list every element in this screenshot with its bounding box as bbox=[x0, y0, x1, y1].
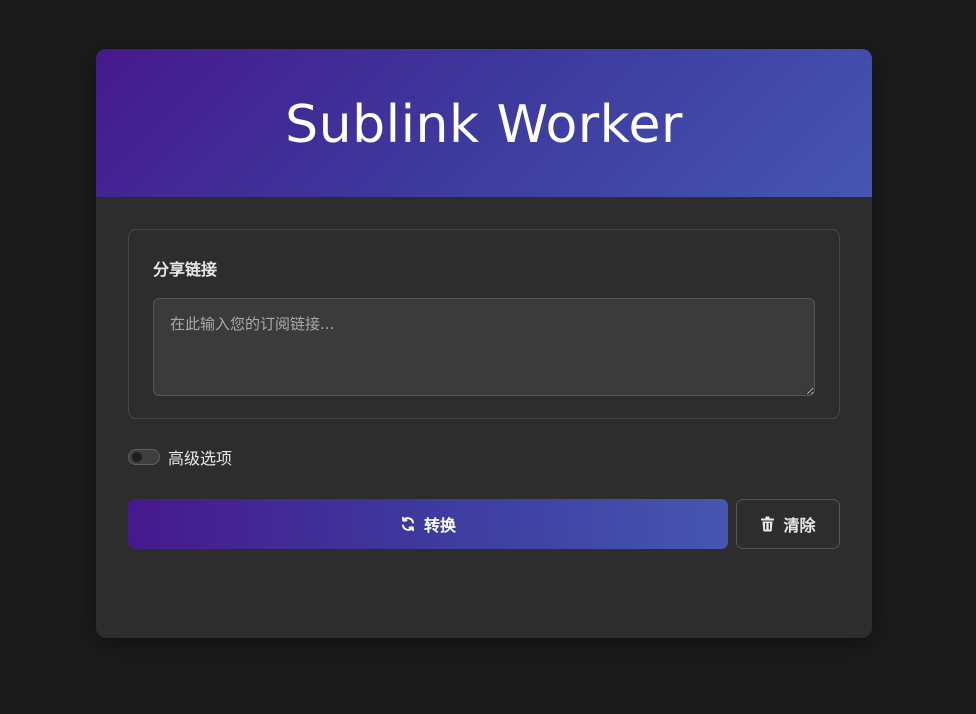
advanced-options-label: 高级选项 bbox=[168, 449, 233, 468]
sync-icon bbox=[400, 516, 416, 532]
toggle-knob bbox=[132, 452, 142, 462]
action-buttons: 转换 清除 bbox=[128, 499, 840, 549]
trash-icon bbox=[760, 516, 775, 532]
advanced-options-toggle[interactable] bbox=[128, 449, 160, 465]
main-card: Sublink Worker 分享链接 高级选项 bbox=[96, 49, 872, 638]
share-link-input[interactable] bbox=[153, 298, 815, 396]
card-body: 分享链接 高级选项 转换 bbox=[96, 197, 872, 581]
share-link-label: 分享链接 bbox=[153, 260, 218, 279]
clear-button-label: 清除 bbox=[783, 516, 816, 535]
advanced-options-row: 高级选项 bbox=[128, 447, 840, 468]
share-link-panel: 分享链接 bbox=[128, 229, 840, 419]
page-title: Sublink Worker bbox=[285, 95, 683, 155]
convert-button-label: 转换 bbox=[423, 516, 456, 535]
clear-button[interactable]: 清除 bbox=[736, 499, 840, 549]
convert-button[interactable]: 转换 bbox=[128, 499, 728, 549]
card-header: Sublink Worker bbox=[96, 49, 872, 197]
